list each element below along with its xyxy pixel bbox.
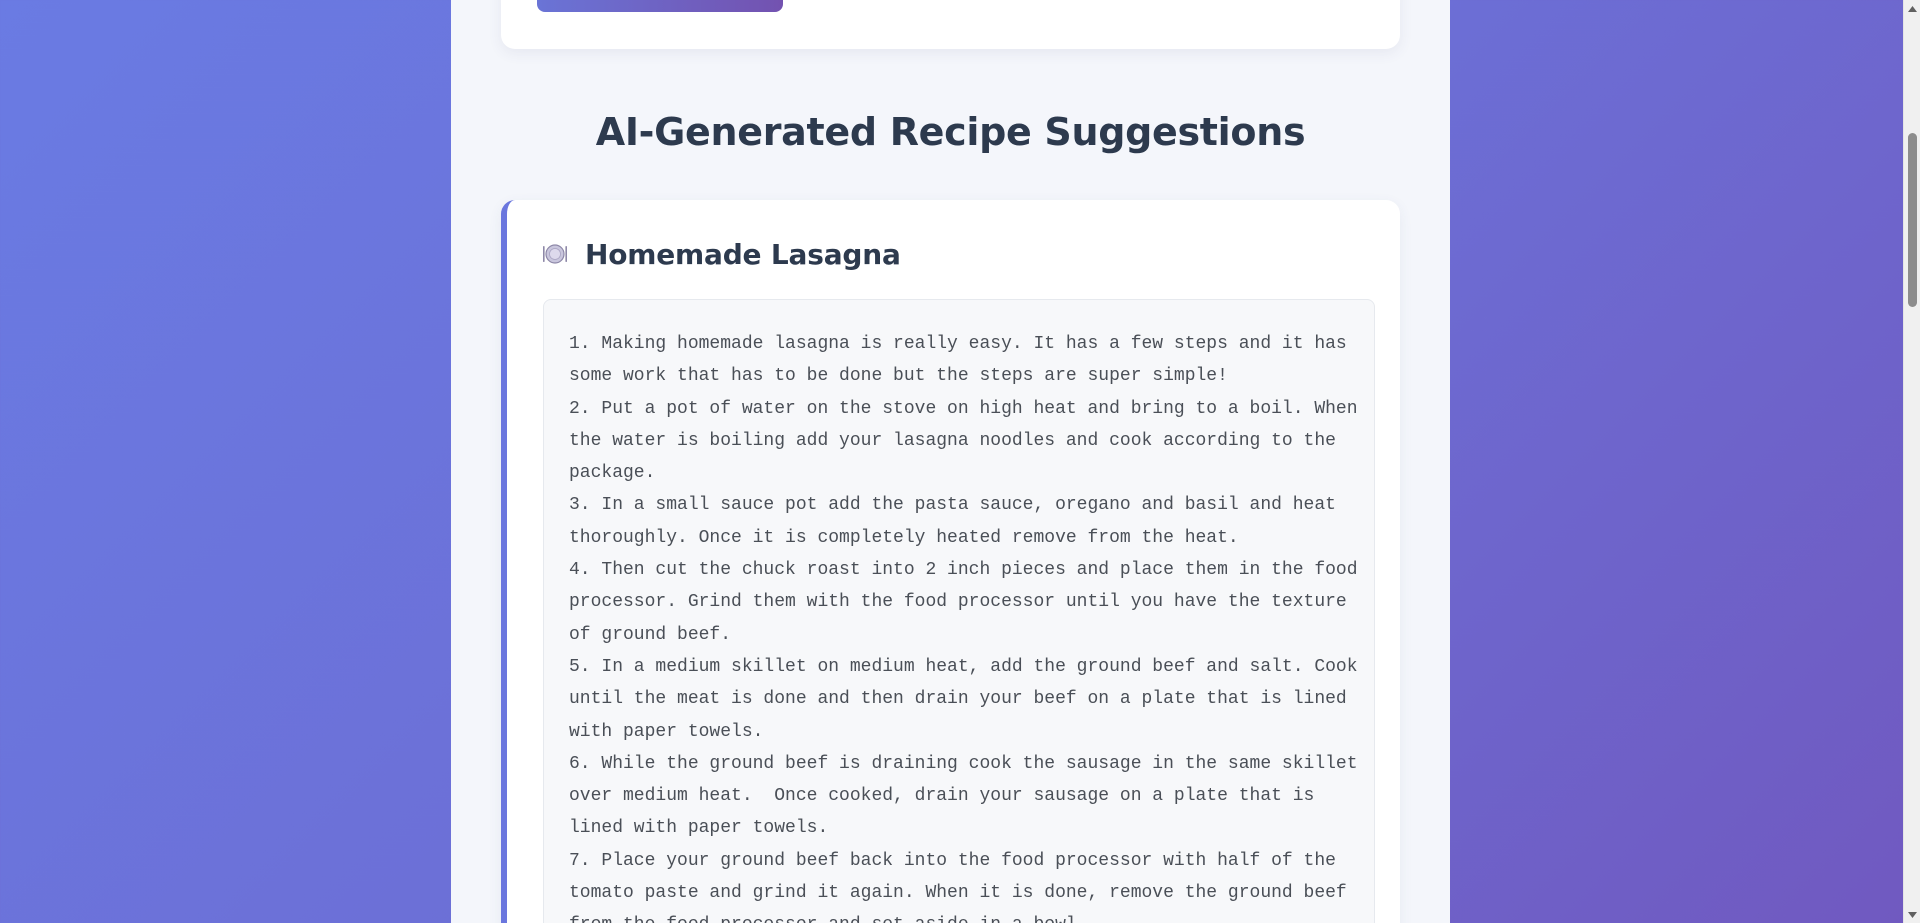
- recipe-card: Homemade Lasagna 1. Making homemade lasa…: [501, 200, 1400, 923]
- instruction-step: 6. While the ground beef is draining coo…: [569, 753, 1369, 839]
- instruction-step: 3. In a small sauce pot add the pasta sa…: [569, 495, 1347, 548]
- instruction-step: 2. Put a pot of water on the stove on hi…: [569, 398, 1369, 484]
- instruction-step: 5. In a medium skillet on medium heat, a…: [569, 656, 1369, 742]
- instruction-step: 1. Making homemade lasagna is really eas…: [569, 334, 1358, 387]
- main-content: AI-Generated Recipe Suggestions Homemade…: [451, 0, 1450, 923]
- scroll-up-arrow-icon[interactable]: [1904, 0, 1920, 17]
- instruction-step: 7. Place your ground beef back into the …: [569, 850, 1347, 923]
- results-heading: AI-Generated Recipe Suggestions: [595, 110, 1306, 154]
- scroll-down-arrow-icon[interactable]: [1904, 906, 1920, 923]
- instruction-step: 4. Then cut the chuck roast into 2 inch …: [569, 560, 1369, 645]
- recipe-header: Homemade Lasagna: [542, 234, 901, 274]
- generate-recipes-button[interactable]: [537, 0, 783, 12]
- recipe-instructions: 1. Making homemade lasagna is really eas…: [543, 299, 1375, 923]
- recipe-title: Homemade Lasagna: [585, 237, 901, 271]
- plate-icon: [542, 243, 568, 265]
- scrollbar-thumb[interactable]: [1908, 133, 1917, 307]
- page-scrollbar[interactable]: [1903, 0, 1920, 923]
- recipe-form-card: [501, 0, 1400, 49]
